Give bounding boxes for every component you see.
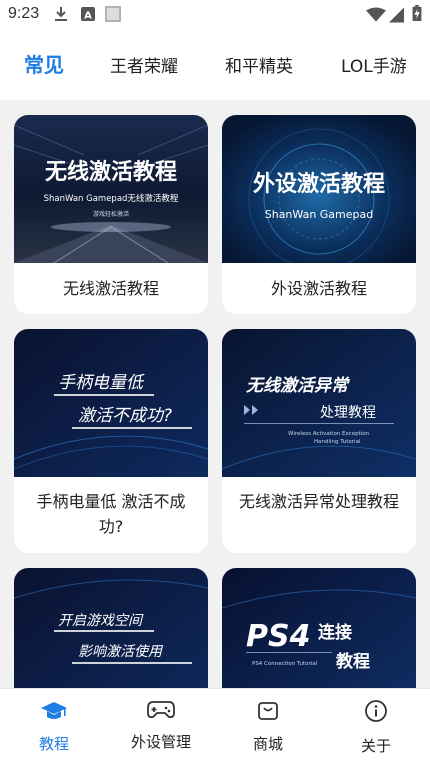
gamepad-icon	[147, 701, 175, 719]
thumb-line-1: 连接	[318, 622, 352, 643]
battery-charging-icon	[412, 5, 422, 21]
thumb-en-line-1: PS4 Connection Tutorial	[252, 661, 318, 667]
tab-peace-elite[interactable]: 和平精英	[225, 52, 293, 77]
thumb-subtitle: ShanWan Gamepad无线激活教程	[44, 193, 179, 204]
card-thumbnail: 无线激活异常 处理教程 Wireless Activation Exceptio…	[222, 329, 416, 477]
a-box-icon: A	[81, 7, 95, 22]
shopping-bag-icon	[258, 702, 278, 720]
category-tabs: 常见 王者荣耀 和平精英 LOL手游	[0, 30, 430, 100]
tutorial-card-game-space[interactable]: 开启游戏空间 影响激活使用	[14, 568, 208, 688]
card-title: 无线激活异常处理教程	[238, 492, 399, 511]
thumb-en-line-2: Handling Tutorial	[314, 439, 361, 445]
status-time: 9:23	[8, 5, 40, 22]
card-title: 手柄电量低 激活不成功?	[36, 492, 186, 536]
card-thumbnail: 无线激活教程 ShanWan Gamepad无线激活教程 游戏轻松激活	[14, 115, 208, 263]
tutorial-card-wireless-activation[interactable]: 无线激活教程 ShanWan Gamepad无线激活教程 游戏轻松激活 无线激活…	[14, 115, 208, 314]
thumb-line-2: 影响激活使用	[78, 644, 164, 660]
thumb-line-2: 处理教程	[320, 405, 376, 421]
thumb-line-1: 手柄电量低	[58, 373, 145, 393]
tab-honor-of-kings[interactable]: 王者荣耀	[110, 52, 178, 77]
tutorial-grid: 无线激活教程 ShanWan Gamepad无线激活教程 游戏轻松激活 无线激活…	[0, 100, 430, 688]
tab-common[interactable]: 常见	[24, 49, 64, 78]
nav-label: 外设管理	[130, 733, 191, 751]
nav-label: 商城	[252, 735, 283, 753]
thumb-heading: 无线激活异常	[245, 376, 350, 396]
signal-icon	[389, 7, 404, 23]
nav-peripheral-management[interactable]: 外设管理	[111, 689, 211, 766]
thumb-subtitle: ShanWan Gamepad	[265, 208, 374, 221]
card-thumbnail: 开启游戏空间 影响激活使用	[14, 568, 208, 688]
thumb-small-text: 游戏轻松激活	[93, 210, 129, 218]
tutorial-card-wireless-exception[interactable]: 无线激活异常 处理教程 Wireless Activation Exceptio…	[222, 329, 416, 553]
nav-store[interactable]: 商城	[218, 689, 318, 766]
wifi-icon	[366, 7, 386, 22]
graduation-cap-icon	[41, 702, 67, 719]
tutorial-card-ps4-connection[interactable]: PS4 连接 教程 PS4 Connection Tutorial	[222, 568, 416, 688]
download-icon	[55, 7, 67, 21]
nav-tutorials[interactable]: 教程	[4, 689, 104, 766]
bottom-nav: 教程 外设管理 商城 关于	[0, 688, 430, 766]
thumb-line-2: 激活不成功?	[78, 406, 172, 426]
card-title: 无线激活教程	[62, 279, 159, 298]
card-thumbnail: 手柄电量低 激活不成功?	[14, 329, 208, 477]
thumb-en-line-1: Wireless Activation Exception	[288, 431, 370, 437]
thumb-heading: 无线激活教程	[45, 159, 177, 185]
thumb-heading: 外设激活教程	[253, 171, 385, 197]
info-icon	[365, 700, 387, 722]
card-title: 外设激活教程	[270, 279, 367, 298]
status-bar: 9:23 A	[0, 0, 430, 30]
thumb-line-1: 开启游戏空间	[58, 613, 144, 629]
card-thumbnail: PS4 连接 教程 PS4 Connection Tutorial	[222, 568, 416, 688]
thumb-heading: PS4	[246, 619, 310, 654]
nav-label: 关于	[360, 737, 391, 755]
tutorial-card-peripheral-activation[interactable]: 外设激活教程 ShanWan Gamepad 外设激活教程	[222, 115, 416, 314]
image-icon	[105, 6, 121, 22]
nav-label: 教程	[38, 735, 69, 753]
tab-lol-mobile[interactable]: LOL手游	[341, 52, 407, 77]
tutorial-card-low-battery[interactable]: 手柄电量低 激活不成功? 手柄电量低 激活不成功?	[14, 329, 208, 553]
thumb-line-2: 教程	[335, 651, 370, 672]
svg-text:A: A	[84, 11, 92, 22]
nav-about[interactable]: 关于	[326, 689, 426, 766]
card-thumbnail: 外设激活教程 ShanWan Gamepad	[222, 115, 416, 263]
